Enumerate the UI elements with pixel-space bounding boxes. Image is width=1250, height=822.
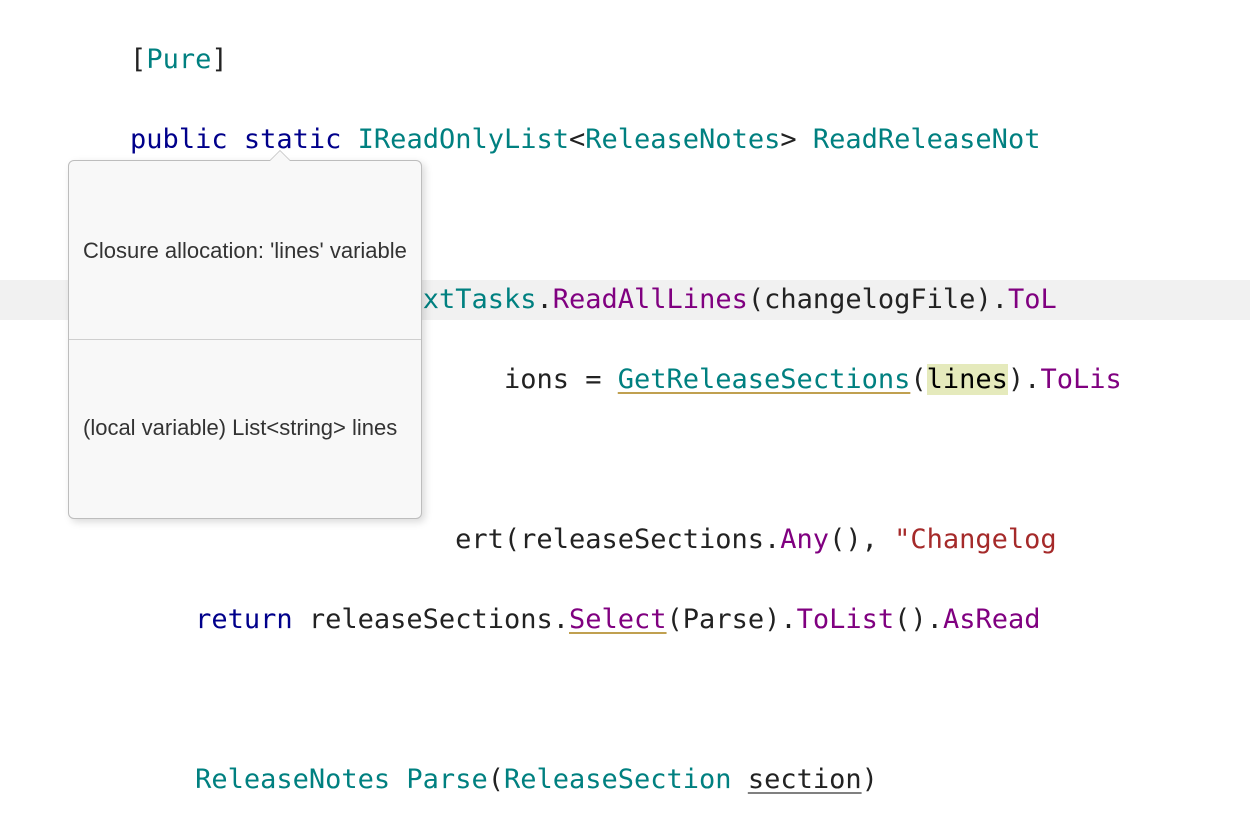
tooltip-message: Closure allocation: 'lines' variable — [69, 229, 421, 273]
code-line: ert(releaseSections.Any(), "Changelog — [0, 520, 1250, 560]
code-line: [Pure] — [0, 40, 1250, 80]
variable-lines-ref: lines — [927, 364, 1008, 395]
code-line: ReleaseNotes Parse(ReleaseSection sectio… — [0, 760, 1250, 800]
code-line: public static IReadOnlyList<ReleaseNotes… — [0, 120, 1250, 160]
code-line: return releaseSections.Select(Parse).ToL… — [0, 600, 1250, 640]
tooltip-divider — [69, 339, 421, 340]
tooltip-type-info: (local variable) List<string> lines — [69, 406, 421, 450]
code-editor[interactable]: [Pure] public static IReadOnlyList<Relea… — [0, 0, 1250, 822]
code-line — [0, 680, 1250, 720]
attribute-pure: Pure — [146, 44, 211, 75]
hover-tooltip: Closure allocation: 'lines' variable (lo… — [68, 160, 422, 519]
